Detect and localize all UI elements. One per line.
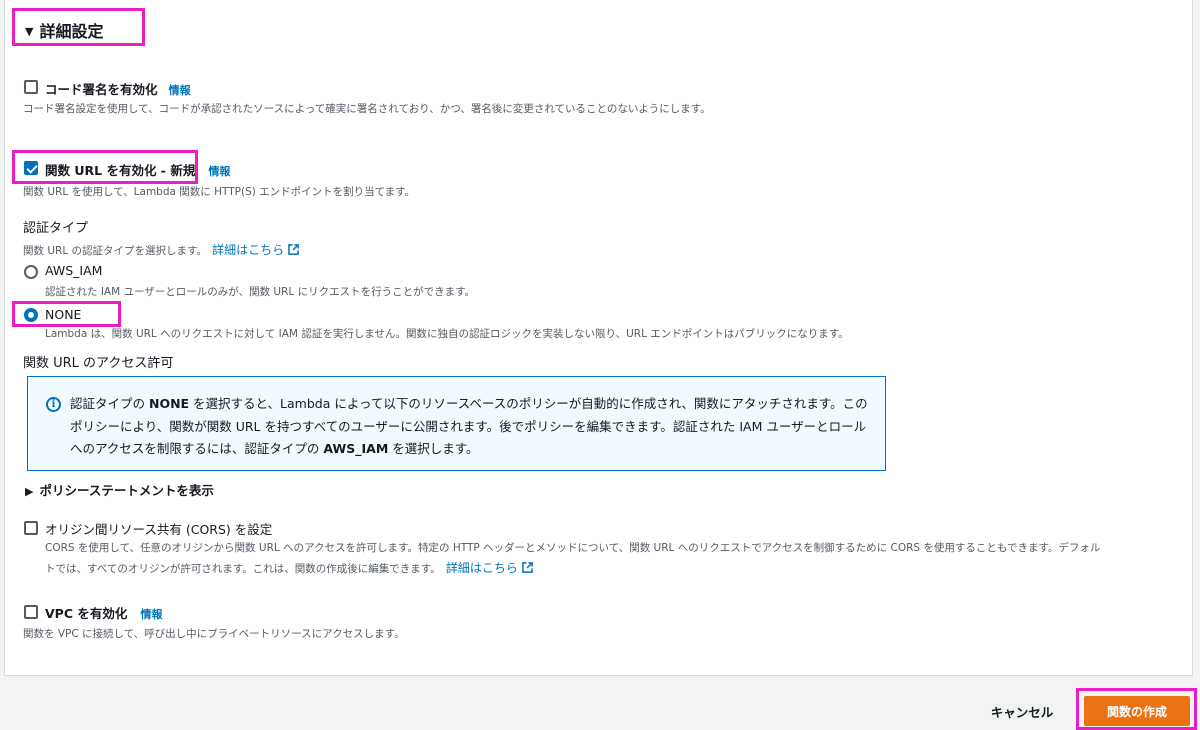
auth-none-label: NONE: [45, 307, 82, 322]
expand-arrow-icon: ▶: [25, 485, 34, 498]
function-url-info-link[interactable]: 情報: [208, 165, 230, 178]
external-link-icon: [288, 244, 299, 255]
cancel-button[interactable]: キャンセル: [972, 697, 1072, 725]
auth-type-description-row: 関数 URL の認証タイプを選択します。 詳細はこちら: [23, 239, 299, 258]
function-url-description: 関数 URL を使用して、Lambda 関数に HTTP(S) エンドポイントを…: [23, 186, 416, 198]
auth-type-learn-more-text: 詳細はこちら: [212, 243, 285, 257]
expand-arrow-icon: ▼: [25, 25, 34, 38]
auth-none-radio[interactable]: [24, 308, 38, 322]
cors-label: オリジン間リソース共有 (CORS) を設定: [45, 522, 273, 537]
external-link-icon: [522, 562, 533, 573]
info-icon: i: [46, 397, 61, 412]
auth-type-learn-more-link[interactable]: 詳細はこちら: [212, 243, 299, 257]
auth-none-description: Lambda は、関数 URL へのリクエストに対して IAM 認証を実行しませ…: [45, 328, 849, 340]
function-url-label: 関数 URL を有効化 - 新規: [45, 163, 196, 178]
advanced-settings-panel: ▼ 詳細設定 コード署名を有効化 情報 コード署名設定を使用して、コードが承認され…: [4, 0, 1193, 676]
auth-type-description: 関数 URL の認証タイプを選択します。: [23, 245, 207, 257]
cors-checkbox[interactable]: [24, 521, 38, 535]
vpc-info-link[interactable]: 情報: [140, 608, 162, 621]
alert-text-part: 認証タイプの: [70, 396, 149, 411]
cors-description-line2-row: トでは、すべてのオリジンが許可されます。これは、関数の作成後に編集できます。 詳…: [45, 557, 533, 576]
vpc-label: VPC を有効化: [45, 606, 128, 621]
permissions-alert-text: 認証タイプの NONE を選択すると、Lambda によって以下のリソースベース…: [70, 393, 870, 461]
auth-type-heading: 認証タイプ: [23, 221, 89, 236]
vpc-checkbox[interactable]: [24, 605, 38, 619]
alert-bold-aws-iam: AWS_IAM: [323, 441, 389, 456]
cors-learn-more-text: 詳細はこちら: [445, 561, 518, 575]
function-url-row: 関数 URL を有効化 - 新規 情報: [45, 160, 230, 179]
vpc-description: 関数を VPC に接続して、呼び出し中にプライベートリソースにアクセスします。: [23, 628, 405, 640]
advanced-settings-header[interactable]: ▼ 詳細設定: [25, 18, 103, 42]
code-signing-checkbox[interactable]: [24, 80, 38, 94]
code-signing-description: コード署名設定を使用して、コードが承認されたソースによって確実に署名されており、…: [23, 103, 711, 115]
section-title: 詳細設定: [39, 22, 104, 41]
code-signing-row: コード署名を有効化 情報: [45, 79, 191, 98]
code-signing-label: コード署名を有効化: [45, 82, 158, 97]
permissions-heading: 関数 URL のアクセス許可: [23, 356, 174, 371]
function-url-checkbox[interactable]: [24, 161, 38, 175]
alert-text-part: を選択します。: [388, 441, 479, 456]
create-function-button[interactable]: 関数の作成: [1084, 696, 1190, 726]
auth-aws-iam-radio[interactable]: [24, 265, 38, 279]
permissions-info-alert: i 認証タイプの NONE を選択すると、Lambda によって以下のリソースベ…: [27, 376, 886, 471]
auth-aws-iam-label: AWS_IAM: [45, 263, 103, 278]
policy-statement-label: ポリシーステートメントを表示: [39, 483, 214, 498]
code-signing-info-link[interactable]: 情報: [169, 84, 191, 97]
cors-description-line2: トでは、すべてのオリジンが許可されます。これは、関数の作成後に編集できます。: [45, 563, 441, 575]
vpc-row: VPC を有効化 情報: [45, 603, 162, 622]
alert-bold-none: NONE: [148, 396, 190, 411]
cors-learn-more-link[interactable]: 詳細はこちら: [446, 561, 533, 575]
cors-description-line1: CORS を使用して、任意のオリジンから関数 URL へのアクセスを許可します。…: [45, 542, 1101, 554]
policy-statement-toggle[interactable]: ▶ ポリシーステートメントを表示: [25, 480, 214, 499]
auth-aws-iam-description: 認証された IAM ユーザーとロールのみが、関数 URL にリクエストを行うこと…: [45, 286, 476, 298]
